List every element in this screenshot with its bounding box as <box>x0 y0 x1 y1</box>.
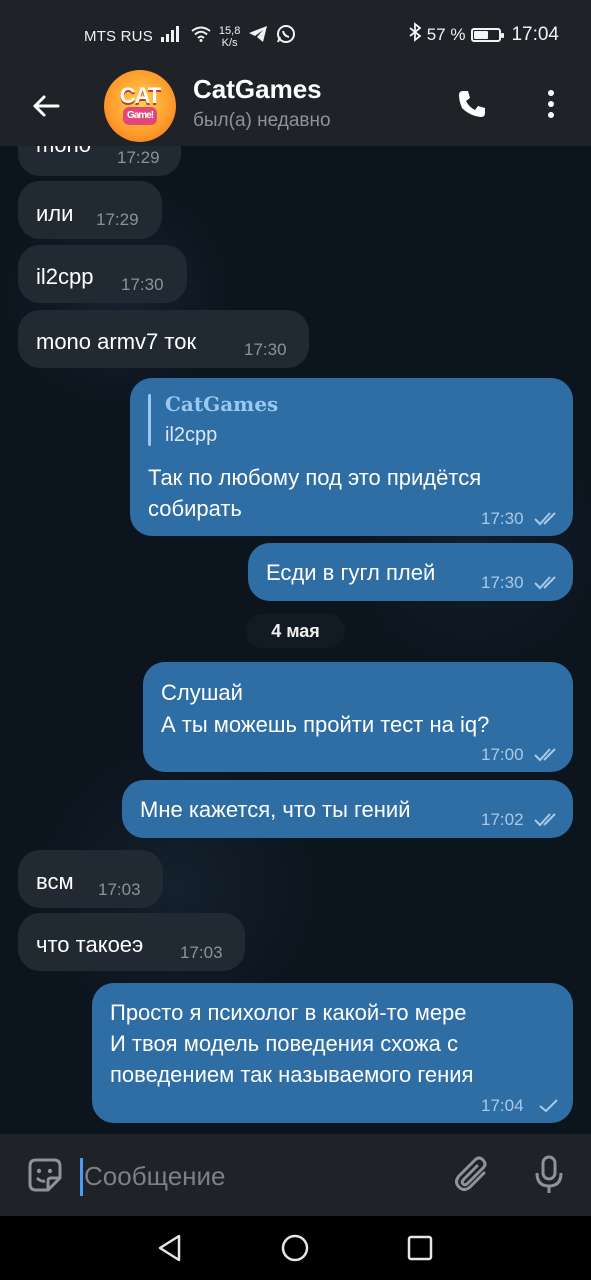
message-incoming[interactable]: или 17:29 <box>18 181 162 239</box>
message-time: 17:30 <box>244 340 287 359</box>
message-time: 17:00 <box>481 745 524 764</box>
call-button[interactable] <box>452 84 492 124</box>
message-outgoing-reply[interactable]: CatGames il2cpp Так по любому под это пр… <box>130 378 573 536</box>
paperclip-icon <box>455 1156 487 1191</box>
reply-text[interactable]: il2cpp <box>165 424 217 447</box>
nav-back-button[interactable] <box>150 1230 190 1266</box>
message-outgoing[interactable]: Есди в гугл плей 17:30 <box>248 543 573 601</box>
network-speed: 15,8 K/s <box>219 25 240 49</box>
triangle-back-icon <box>158 1234 181 1262</box>
signal-icon <box>160 26 183 47</box>
message-time: 17:29 <box>117 148 160 167</box>
date-separator: 4 мая <box>246 614 345 648</box>
battery-fill <box>474 30 489 39</box>
system-navigation-bar <box>0 1216 591 1280</box>
emoji-button[interactable] <box>24 1154 66 1196</box>
message-time: 17:04 <box>481 1096 524 1115</box>
status-left: MTS RUS 15,8 K/s <box>84 24 296 49</box>
more-vertical-icon <box>548 90 554 118</box>
square-recents-icon <box>407 1235 433 1261</box>
message-text-line: И твоя модель поведения схожа с <box>110 1031 459 1056</box>
status-bar: MTS RUS 15,8 K/s 57 % 17:04 <box>0 0 591 66</box>
bluetooth-icon <box>409 22 422 47</box>
wifi-icon <box>191 26 211 47</box>
telegram-icon <box>248 25 268 48</box>
double-check-icon <box>534 813 556 827</box>
attach-button[interactable] <box>452 1154 494 1196</box>
message-text-line: Просто я психолог в какой-то мере <box>110 1000 467 1025</box>
speed-unit: K/s <box>221 36 238 49</box>
reply-bar <box>148 394 151 446</box>
message-time: 17:29 <box>96 210 139 229</box>
status-right: 57 % 17:04 <box>409 22 559 47</box>
avatar-logo-text: CAT <box>119 83 162 108</box>
double-check-icon <box>534 748 556 762</box>
more-menu-button[interactable] <box>536 84 566 124</box>
message-outgoing[interactable]: Мне кажется, что ты гений 17:02 <box>122 780 573 838</box>
status-time: 17:04 <box>511 23 559 45</box>
message-time: 17:30 <box>481 573 524 592</box>
message-text-line: Слушай <box>161 680 243 705</box>
message-text-line: поведением так называемого гения <box>110 1062 474 1087</box>
double-check-icon <box>534 512 556 526</box>
phone-icon <box>459 91 485 117</box>
message-text: il2cpp <box>36 264 94 289</box>
arrow-left-icon <box>33 95 60 117</box>
message-incoming[interactable]: mono 17:29 <box>18 146 181 176</box>
reply-author[interactable]: CatGames <box>165 392 278 416</box>
chat-header: CAT Game! CatGames был(а) недавно <box>0 66 591 146</box>
chat-title[interactable]: CatGames <box>193 74 322 105</box>
microphone-icon <box>535 1155 563 1193</box>
message-text: или <box>36 201 74 226</box>
message-text: mono armv7 ток <box>36 329 197 354</box>
message-incoming[interactable]: mono armv7 ток 17:30 <box>18 310 309 368</box>
message-list[interactable]: mono 17:29 или 17:29 il2cpp 17:30 mono a… <box>0 146 591 1134</box>
nav-home-button[interactable] <box>275 1230 315 1266</box>
speed-value: 15,8 <box>218 24 241 37</box>
message-input[interactable] <box>84 1154 424 1198</box>
message-text-line: собирать <box>148 496 242 521</box>
back-button[interactable] <box>26 86 66 126</box>
chat-status: был(а) недавно <box>193 110 331 131</box>
circle-home-icon <box>281 1234 309 1262</box>
message-text: Есди в гугл плей <box>266 560 436 585</box>
battery-percent: 57 % <box>426 24 466 44</box>
nav-recents-button[interactable] <box>400 1230 440 1266</box>
carrier-label: MTS RUS <box>84 28 153 45</box>
avatar-logo: CAT Game! <box>120 85 161 125</box>
message-text-line: А ты можешь пройти тест на iq? <box>161 712 490 737</box>
message-time: 17:03 <box>180 943 223 962</box>
avatar-logo-subtext: Game! <box>122 107 158 125</box>
message-text: Мне кажется, что ты гений <box>140 797 411 822</box>
message-time: 17:03 <box>98 880 141 899</box>
message-text: всм <box>36 869 74 894</box>
message-outgoing[interactable]: Просто я психолог в какой-то мере И твоя… <box>92 983 573 1123</box>
check-icon <box>539 1099 558 1113</box>
message-incoming[interactable]: il2cpp 17:30 <box>18 245 187 303</box>
message-incoming[interactable]: что такоеэ 17:03 <box>18 913 245 971</box>
message-text: что такоеэ <box>36 932 144 957</box>
message-incoming[interactable]: всм 17:03 <box>18 850 163 908</box>
avatar[interactable]: CAT Game! <box>104 70 176 142</box>
text-cursor <box>80 1158 83 1196</box>
message-outgoing[interactable]: Слушай А ты можешь пройти тест на iq? 17… <box>143 662 573 772</box>
sticker-smile-icon <box>28 1158 62 1192</box>
double-check-icon <box>534 576 556 590</box>
battery-icon <box>471 27 505 42</box>
message-time: 17:02 <box>481 810 524 829</box>
message-time: 17:30 <box>481 509 524 528</box>
message-text-line: Так по любому под это придётся <box>148 465 482 490</box>
whatsapp-icon <box>276 24 296 49</box>
message-time: 17:30 <box>121 275 164 294</box>
message-composer <box>0 1134 591 1216</box>
microphone-button[interactable] <box>528 1154 570 1196</box>
message-text: mono <box>36 146 91 158</box>
